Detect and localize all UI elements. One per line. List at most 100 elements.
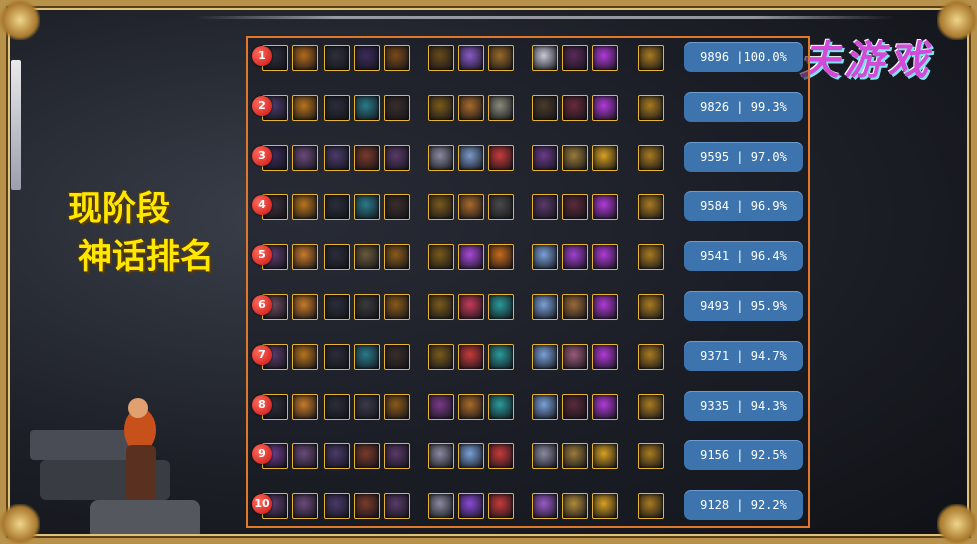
equipment-icon[interactable] bbox=[562, 393, 588, 420]
equipment-icon[interactable] bbox=[592, 244, 618, 271]
equipment-icon[interactable] bbox=[488, 343, 514, 370]
equipment-icon[interactable] bbox=[384, 45, 410, 71]
equipment-icon[interactable] bbox=[488, 443, 514, 470]
equipment-icon[interactable] bbox=[384, 244, 410, 271]
equipment-icon[interactable] bbox=[324, 45, 350, 71]
equipment-icon[interactable] bbox=[562, 194, 588, 221]
equipment-icon[interactable] bbox=[592, 493, 618, 520]
equipment-icon[interactable] bbox=[638, 493, 664, 520]
equipment-icon[interactable] bbox=[458, 45, 484, 71]
equipment-icon[interactable] bbox=[592, 144, 618, 171]
equipment-icon[interactable] bbox=[488, 393, 514, 420]
equipment-icon[interactable] bbox=[592, 343, 618, 370]
equipment-icon[interactable] bbox=[638, 244, 664, 271]
equipment-icon[interactable] bbox=[428, 45, 454, 71]
equipment-icon[interactable] bbox=[324, 194, 350, 221]
equipment-icon[interactable] bbox=[532, 144, 558, 171]
equipment-icon[interactable] bbox=[354, 144, 380, 171]
equipment-icon[interactable] bbox=[384, 94, 410, 121]
equipment-icon[interactable] bbox=[592, 45, 618, 71]
equipment-icon[interactable] bbox=[638, 393, 664, 420]
equipment-icon[interactable] bbox=[488, 144, 514, 171]
equipment-icon[interactable] bbox=[324, 393, 350, 420]
equipment-icon[interactable] bbox=[428, 194, 454, 221]
equipment-icon[interactable] bbox=[292, 144, 318, 171]
equipment-icon[interactable] bbox=[354, 493, 380, 520]
equipment-icon[interactable] bbox=[592, 393, 618, 420]
equipment-icon[interactable] bbox=[324, 294, 350, 320]
equipment-icon[interactable] bbox=[488, 45, 514, 71]
equipment-icon[interactable] bbox=[562, 493, 588, 520]
equipment-icon[interactable] bbox=[638, 144, 664, 171]
equipment-icon[interactable] bbox=[354, 45, 380, 71]
equipment-icon[interactable] bbox=[292, 244, 318, 271]
equipment-icon[interactable] bbox=[532, 343, 558, 370]
equipment-icon[interactable] bbox=[488, 294, 514, 320]
equipment-icon[interactable] bbox=[428, 343, 454, 370]
equipment-icon[interactable] bbox=[354, 94, 380, 121]
equipment-icon[interactable] bbox=[292, 493, 318, 520]
equipment-icon[interactable] bbox=[324, 94, 350, 121]
equipment-icon[interactable] bbox=[292, 294, 318, 320]
equipment-icon[interactable] bbox=[354, 244, 380, 271]
equipment-icon[interactable] bbox=[562, 45, 588, 71]
equipment-icon[interactable] bbox=[532, 443, 558, 470]
equipment-icon[interactable] bbox=[458, 493, 484, 520]
equipment-icon[interactable] bbox=[292, 393, 318, 420]
equipment-icon[interactable] bbox=[324, 144, 350, 171]
equipment-icon[interactable] bbox=[638, 45, 664, 71]
equipment-icon[interactable] bbox=[638, 194, 664, 221]
equipment-icon[interactable] bbox=[592, 443, 618, 470]
equipment-icon[interactable] bbox=[532, 45, 558, 71]
equipment-icon[interactable] bbox=[458, 294, 484, 320]
equipment-icon[interactable] bbox=[532, 294, 558, 320]
equipment-icon[interactable] bbox=[428, 94, 454, 121]
equipment-icon[interactable] bbox=[428, 144, 454, 171]
equipment-icon[interactable] bbox=[488, 94, 514, 121]
equipment-icon[interactable] bbox=[458, 144, 484, 171]
equipment-icon[interactable] bbox=[428, 294, 454, 320]
equipment-icon[interactable] bbox=[592, 294, 618, 320]
equipment-icon[interactable] bbox=[488, 244, 514, 271]
equipment-icon[interactable] bbox=[384, 144, 410, 171]
equipment-icon[interactable] bbox=[488, 194, 514, 221]
equipment-icon[interactable] bbox=[384, 294, 410, 320]
equipment-icon[interactable] bbox=[532, 194, 558, 221]
equipment-icon[interactable] bbox=[458, 94, 484, 121]
equipment-icon[interactable] bbox=[638, 343, 664, 370]
equipment-icon[interactable] bbox=[324, 343, 350, 370]
equipment-icon[interactable] bbox=[562, 94, 588, 121]
equipment-icon[interactable] bbox=[592, 94, 618, 121]
equipment-icon[interactable] bbox=[562, 343, 588, 370]
equipment-icon[interactable] bbox=[592, 194, 618, 221]
equipment-icon[interactable] bbox=[384, 393, 410, 420]
equipment-icon[interactable] bbox=[428, 493, 454, 520]
equipment-icon[interactable] bbox=[532, 493, 558, 520]
equipment-icon[interactable] bbox=[458, 343, 484, 370]
equipment-icon[interactable] bbox=[428, 393, 454, 420]
equipment-icon[interactable] bbox=[354, 194, 380, 221]
equipment-icon[interactable] bbox=[354, 343, 380, 370]
equipment-icon[interactable] bbox=[532, 393, 558, 420]
equipment-icon[interactable] bbox=[354, 294, 380, 320]
equipment-icon[interactable] bbox=[292, 443, 318, 470]
equipment-icon[interactable] bbox=[384, 493, 410, 520]
equipment-icon[interactable] bbox=[384, 194, 410, 221]
equipment-icon[interactable] bbox=[532, 94, 558, 121]
equipment-icon[interactable] bbox=[292, 94, 318, 121]
equipment-icon[interactable] bbox=[292, 45, 318, 71]
equipment-icon[interactable] bbox=[324, 493, 350, 520]
equipment-icon[interactable] bbox=[458, 443, 484, 470]
equipment-icon[interactable] bbox=[488, 493, 514, 520]
equipment-icon[interactable] bbox=[292, 343, 318, 370]
equipment-icon[interactable] bbox=[324, 244, 350, 271]
equipment-icon[interactable] bbox=[638, 94, 664, 121]
equipment-icon[interactable] bbox=[458, 194, 484, 221]
equipment-icon[interactable] bbox=[562, 144, 588, 171]
equipment-icon[interactable] bbox=[562, 443, 588, 470]
equipment-icon[interactable] bbox=[292, 194, 318, 221]
equipment-icon[interactable] bbox=[354, 393, 380, 420]
equipment-icon[interactable] bbox=[458, 393, 484, 420]
equipment-icon[interactable] bbox=[384, 343, 410, 370]
equipment-icon[interactable] bbox=[354, 443, 380, 470]
